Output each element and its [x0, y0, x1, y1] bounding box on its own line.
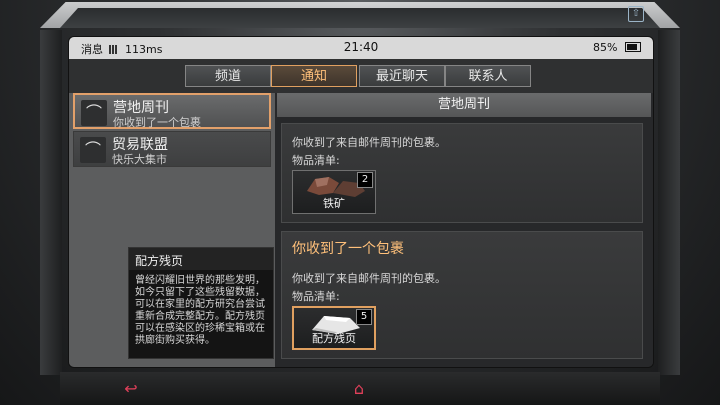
frame-top-inner [60, 8, 660, 28]
item-slot-iron-ore[interactable]: 2 铁矿 [292, 170, 376, 214]
tooltip-body: 曾经闪耀旧世界的那些发明，如今只留下了这些残留数据，可以在家里的配方研究台尝试重… [135, 275, 265, 346]
item-tooltip: 配方残页 曾经闪耀旧世界的那些发明，如今只留下了这些残留数据，可以在家里的配方研… [128, 247, 274, 359]
home-icon[interactable]: ⌂ [344, 380, 374, 398]
tab-contacts[interactable]: 联系人 [445, 65, 531, 87]
status-time: 21:40 [343, 40, 379, 54]
message-card: 你收到了一个包裹 你收到了来自邮件周刊的包裹。 物品清单: 5 配方残页 [281, 231, 643, 359]
status-right: 85% [593, 41, 641, 54]
item-slot-recipe-page[interactable]: 5 配方残页 [292, 306, 376, 350]
item-name: 铁矿 [323, 197, 345, 210]
satellite-dish-icon: ⌒ [80, 137, 106, 163]
card-header: 你收到了一个包裹 [292, 241, 404, 257]
card-message: 你收到了来自邮件周刊的包裹。 [292, 136, 446, 149]
frame-left-rail [40, 30, 62, 375]
list-item-subtitle: 你收到了一个包裹 [113, 116, 201, 129]
tab-recent-chats[interactable]: 最近聊天 [359, 65, 445, 87]
frame-right-rail [658, 30, 680, 375]
card-message: 你收到了来自邮件周刊的包裹。 [292, 272, 446, 285]
list-item-trade-alliance[interactable]: ⌒ 贸易联盟 快乐大集市 [73, 131, 271, 167]
list-item-camp-weekly[interactable]: ⌒ 营地周刊 你收到了一个包裹 [73, 93, 271, 129]
item-count: 5 [356, 309, 372, 325]
tab-channel[interactable]: 频道 [185, 65, 271, 87]
message-card: 你收到了来自邮件周刊的包裹。 物品清单: 2 铁矿 [281, 123, 643, 223]
share-icon[interactable]: ⇧ [628, 6, 644, 22]
back-arrow-icon[interactable]: ↩ [116, 380, 146, 398]
satellite-dish-icon: ⌒ [81, 100, 107, 126]
pane-title: 营地周刊 [277, 93, 651, 117]
message-pane: 营地周刊 你收到了来自邮件周刊的包裹。 物品清单: 2 铁矿 你收到了一个包裹 … [275, 93, 653, 367]
card-items-label: 物品清单: [292, 154, 340, 167]
tab-bar: 频道 通知 最近聊天 联系人 [69, 59, 653, 93]
list-item-subtitle: 快乐大集市 [112, 153, 167, 166]
item-name: 配方残页 [312, 332, 356, 345]
battery-icon [625, 42, 641, 52]
battery-percent: 85% [593, 41, 618, 54]
status-bar: 消息 113ms 21:40 85% [69, 37, 653, 59]
tooltip-title: 配方残页 [129, 248, 273, 270]
card-items-label: 物品清单: [292, 290, 340, 303]
tab-notifications[interactable]: 通知 [271, 65, 357, 87]
item-count: 2 [357, 172, 373, 188]
